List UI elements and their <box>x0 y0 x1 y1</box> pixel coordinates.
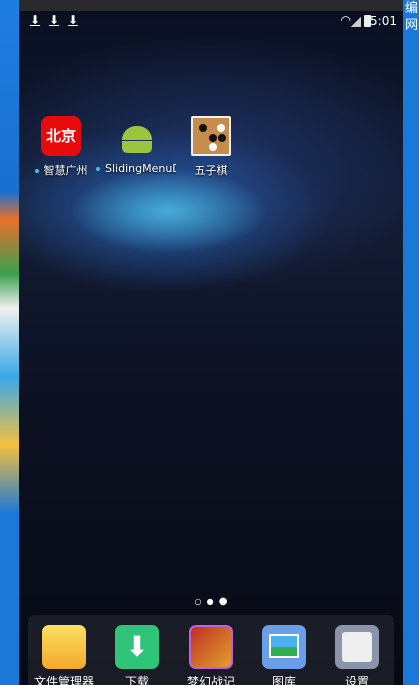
android-icon <box>116 116 156 156</box>
dock-label: 设置 <box>344 675 369 685</box>
page-indicator[interactable]: ○ ● ● <box>19 596 403 607</box>
gallery-icon <box>262 625 306 669</box>
download-icon: ⬇ <box>30 13 41 27</box>
desktop-text: 编 <box>405 1 419 16</box>
signal-icon <box>351 17 361 27</box>
page-dot: ● <box>206 597 214 606</box>
folder-icon <box>42 625 86 669</box>
download-icon: ⬇ <box>68 13 79 27</box>
new-app-dot <box>34 169 39 173</box>
dock-gallery[interactable]: 图库 <box>248 625 320 685</box>
zhihui-app-icon: 北京 <box>41 116 81 156</box>
new-app-dot <box>96 167 100 171</box>
desktop-background-left <box>0 0 19 685</box>
dock-settings[interactable]: 设置 <box>321 625 393 685</box>
settings-icon <box>335 625 379 669</box>
dock-label: 图库 <box>271 675 296 685</box>
game-icon <box>189 625 233 669</box>
desktop-background-right: 编 网 <box>403 0 419 685</box>
dock-file-manager[interactable]: 文件管理器 <box>28 625 100 685</box>
download-app-icon: ⬇ <box>115 625 159 669</box>
app-label: 智慧广州 <box>43 164 88 177</box>
gomoku-icon <box>191 116 231 156</box>
clock: 5:01 <box>370 14 397 28</box>
emulator-frame <box>19 0 403 11</box>
app-slidingmenu[interactable]: SlidingMenuDe <box>96 116 176 175</box>
app-gomoku[interactable]: 五子棋 <box>171 116 251 178</box>
search-page-icon: ○ <box>194 597 202 606</box>
download-icon: ⬇ <box>49 13 60 27</box>
page-dot-active: ● <box>218 596 228 607</box>
desktop-text: 网 <box>405 18 419 33</box>
status-bar[interactable]: ⬇ ⬇ ⬇ ◠ 5:01 <box>19 11 403 31</box>
wifi-icon: ◠ <box>340 13 351 27</box>
app-label: SlidingMenuDe <box>105 162 176 175</box>
android-home-screen: ⬇ ⬇ ⬇ ◠ 5:01 北京 智慧广州 SlidingMenuDe 五子棋 ○… <box>19 11 403 685</box>
dock-label: 文件管理器 <box>33 675 94 685</box>
dock-downloads[interactable]: ⬇ 下载 <box>101 625 173 685</box>
dock-menghuan[interactable]: 梦幻战记 <box>175 625 247 685</box>
dock: 文件管理器 ⬇ 下载 梦幻战记 图库 设置 <box>28 615 394 685</box>
dock-label: 梦幻战记 <box>186 675 235 685</box>
app-zhihui-guangzhou[interactable]: 北京 智慧广州 <box>21 116 101 178</box>
app-label: 五子棋 <box>194 164 228 177</box>
dock-label: 下载 <box>124 675 149 685</box>
